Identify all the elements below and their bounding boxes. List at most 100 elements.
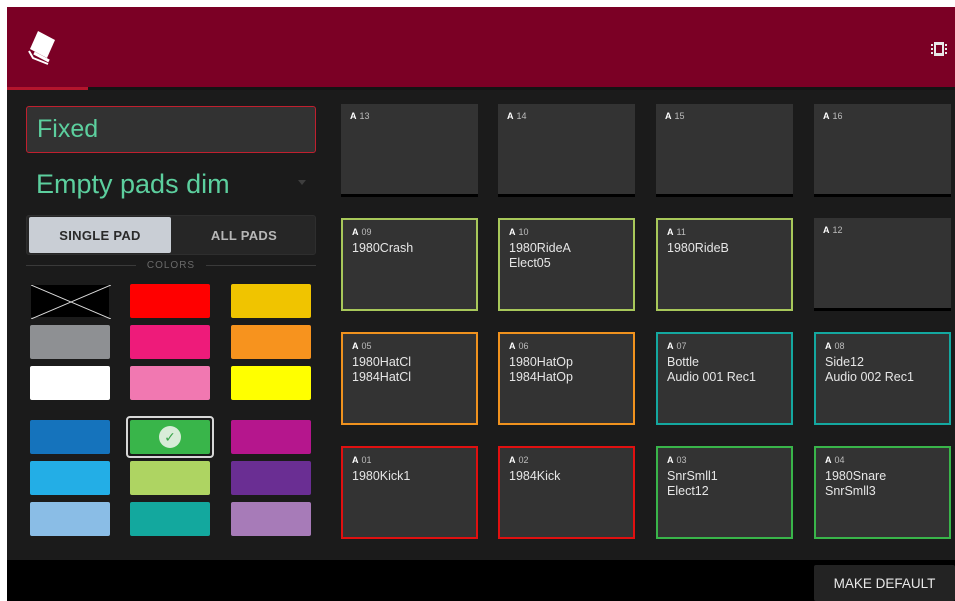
color-swatch[interactable] (130, 325, 210, 359)
pad-number: A 04 (825, 455, 845, 465)
pad-a15[interactable]: A 15 (656, 104, 793, 197)
chip-icon[interactable] (931, 40, 947, 58)
pad-index: 04 (834, 455, 845, 465)
no-color-icon (30, 284, 112, 320)
divider-line-right (206, 265, 316, 266)
pad-scope-toggle: SINGLE PAD ALL PADS (26, 215, 316, 255)
empty-pads-select[interactable]: Empty pads dim (26, 162, 316, 209)
pad-index: 03 (676, 455, 687, 465)
pad-index: 07 (676, 341, 687, 351)
color-swatch: ✓ (130, 420, 210, 454)
pad-number: A 01 (352, 455, 372, 465)
color-swatch[interactable] (30, 502, 110, 536)
pad-a05[interactable]: A 05 1980HatCl 1984HatCl (341, 332, 478, 425)
color-swatch[interactable] (30, 325, 110, 359)
color-swatch[interactable] (231, 366, 311, 400)
pad-number: A 10 (509, 227, 529, 237)
pad-sample-name: 1980Crash (352, 241, 414, 255)
pad-a13[interactable]: A 13 (341, 104, 478, 197)
color-swatch[interactable] (231, 420, 311, 454)
pad-a03[interactable]: A 03 SnrSmll1 Elect12 (656, 446, 793, 539)
pad-bank: A (667, 341, 674, 351)
color-swatch[interactable] (130, 366, 210, 400)
make-default-button[interactable]: MAKE DEFAULT (814, 565, 955, 601)
pad-bank: A (509, 455, 516, 465)
colors-divider: COLORS (26, 260, 316, 272)
pad-number: A 13 (350, 111, 370, 121)
pad-a09[interactable]: A 09 1980Crash (341, 218, 478, 311)
pad-a16[interactable]: A 16 (814, 104, 951, 197)
app-window: Fixed Empty pads dim SINGLE PAD ALL PADS… (7, 7, 955, 601)
color-swatch[interactable] (130, 284, 210, 318)
color-swatch[interactable] (130, 502, 210, 536)
pad-bank: A (823, 111, 830, 121)
color-swatch[interactable] (231, 284, 311, 318)
pad-a07[interactable]: A 07 Bottle Audio 001 Rec1 (656, 332, 793, 425)
pad-sample-name: 1984Kick (509, 469, 561, 483)
pad-sample-name: 1980HatCl 1984HatCl (352, 355, 412, 384)
pad-bank: A (825, 455, 832, 465)
pad-number: A 05 (352, 341, 372, 351)
color-swatch-none[interactable] (30, 284, 112, 320)
color-swatch[interactable] (130, 461, 210, 495)
pad-number: A 15 (665, 111, 685, 121)
pad-bank: A (667, 227, 674, 237)
pad-bank: A (507, 111, 514, 121)
pad-index: 06 (518, 341, 529, 351)
pad-index: 09 (361, 227, 372, 237)
pad-sample-name: 1980RideA Elect05 (509, 241, 571, 270)
pad-index: 11 (676, 227, 686, 237)
color-swatch[interactable] (231, 325, 311, 359)
pad-sample-name: 1980HatOp 1984HatOp (509, 355, 573, 384)
pad-a11[interactable]: A 11 1980RideB (656, 218, 793, 311)
all-pads-button[interactable]: ALL PADS (173, 217, 315, 253)
pad-index: 12 (832, 225, 843, 235)
pad-a08[interactable]: A 08 Side12 Audio 002 Rec1 (814, 332, 951, 425)
footer-bar: MAKE DEFAULT (7, 560, 955, 601)
color-swatch-selected[interactable]: ✓ (126, 416, 214, 458)
pad-index: 10 (518, 227, 529, 237)
mode-field[interactable]: Fixed (26, 106, 316, 153)
pad-index: 05 (361, 341, 372, 351)
pad-number: A 12 (823, 225, 843, 235)
pad-number: A 16 (823, 111, 843, 121)
pad-number: A 02 (509, 455, 529, 465)
pad-sample-name: Bottle Audio 001 Rec1 (667, 355, 756, 384)
pad-index: 08 (834, 341, 845, 351)
pad-number: A 03 (667, 455, 687, 465)
pad-index: 13 (359, 111, 370, 121)
progress-fill (7, 87, 88, 90)
color-swatch[interactable] (30, 420, 110, 454)
pad-sample-name: Side12 Audio 002 Rec1 (825, 355, 914, 384)
pad-a06[interactable]: A 06 1980HatOp 1984HatOp (498, 332, 635, 425)
pad-a12[interactable]: A 12 (814, 218, 951, 311)
header-bar (7, 7, 955, 87)
pad-bank: A (509, 227, 516, 237)
chevron-down-icon (298, 180, 306, 185)
pad-bank: A (352, 341, 359, 351)
pad-a02[interactable]: A 02 1984Kick (498, 446, 635, 539)
color-swatch[interactable] (231, 461, 311, 495)
pad-sample-name: SnrSmll1 Elect12 (667, 469, 718, 498)
pad-bank: A (350, 111, 357, 121)
pad-number: A 11 (667, 227, 686, 237)
pad-index: 15 (674, 111, 685, 121)
single-pad-button[interactable]: SINGLE PAD (29, 217, 171, 253)
pad-a01[interactable]: A 01 1980Kick1 (341, 446, 478, 539)
color-swatch[interactable] (30, 461, 110, 495)
pad-index: 14 (516, 111, 527, 121)
pad-number: A 07 (667, 341, 687, 351)
pad-sample-name: 1980Kick1 (352, 469, 411, 483)
color-swatch[interactable] (231, 502, 311, 536)
pad-bank: A (352, 455, 359, 465)
pad-index: 02 (518, 455, 529, 465)
color-swatch[interactable] (30, 366, 110, 400)
pad-bank: A (823, 225, 830, 235)
pad-a04[interactable]: A 04 1980Snare SnrSmll3 (814, 446, 951, 539)
pad-a10[interactable]: A 10 1980RideA Elect05 (498, 218, 635, 311)
pads-logo-icon[interactable] (25, 27, 65, 67)
pad-index: 01 (361, 455, 372, 465)
pad-a14[interactable]: A 14 (498, 104, 635, 197)
pad-bank: A (825, 341, 832, 351)
pad-bank: A (509, 341, 516, 351)
